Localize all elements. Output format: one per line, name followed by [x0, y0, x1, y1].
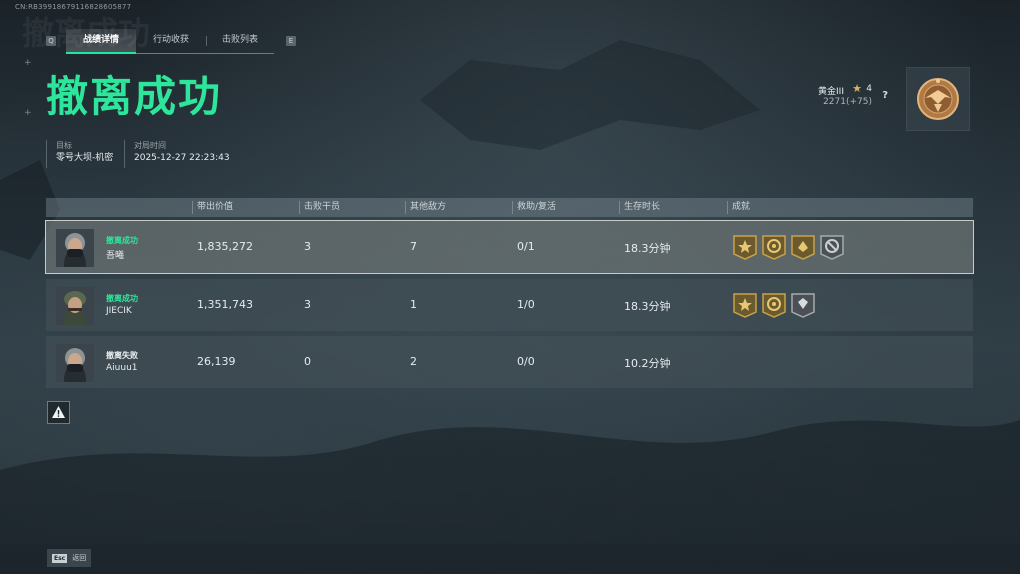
status-label: 撤离失败 [106, 351, 138, 360]
back-button[interactable]: Esc 返回 [47, 549, 92, 567]
column-header-assist: 救助/复活 [517, 202, 557, 212]
survival-time: 18.3分钟 [624, 300, 671, 313]
carried-value: 26,139 [197, 355, 236, 368]
time-value: 2025-12-27 22:23:43 [134, 153, 230, 163]
rank-emblem-icon [917, 78, 959, 120]
avatar [56, 229, 94, 267]
column-header-value: 带出价值 [197, 202, 234, 212]
time-label: 对局时间 [134, 141, 166, 150]
survival-time: 18.3分钟 [624, 242, 671, 255]
other-enemies-count: 1 [410, 298, 417, 311]
achievement-silver-icon[interactable] [819, 234, 845, 260]
tab-bar: Q 战绩详情 行动收获 击败列表 E [44, 29, 302, 54]
footer-bar: Esc 返回 [0, 544, 1020, 574]
table-row[interactable]: 撤离失败 Aiuuu1 26,139 0 2 0/0 10.2分钟 [46, 336, 973, 388]
avatar [56, 287, 94, 325]
rank-name: 黄金III [818, 87, 844, 97]
achievement-gold-icon[interactable] [761, 234, 787, 260]
column-divider [192, 201, 193, 214]
tab-action-gains[interactable]: 行动收获 [136, 29, 206, 52]
star-icon: ★ [852, 82, 862, 95]
achievement-silver-icon[interactable] [790, 292, 816, 318]
assist-revive: 0/1 [517, 240, 535, 253]
achievement-gold-icon[interactable] [790, 234, 816, 260]
kills-count: 3 [304, 298, 311, 311]
player-name: Aiuuu1 [106, 363, 138, 373]
player-name: 吾曦 [106, 251, 125, 261]
table-row[interactable]: 撤离成功 JIECIK 1,351,743 3 1 1/0 18.3分钟 [46, 279, 973, 331]
column-divider [405, 201, 406, 214]
column-header-achievements: 成就 [732, 202, 751, 212]
report-button[interactable] [47, 401, 70, 424]
other-enemies-count: 7 [410, 240, 417, 253]
target-label: 目标 [56, 141, 72, 150]
carried-value: 1,835,272 [197, 240, 253, 253]
prev-tab-key[interactable]: Q [46, 36, 56, 46]
column-divider [727, 201, 728, 214]
result-title: 撤离成功 [46, 72, 223, 121]
achievement-gold-icon[interactable] [732, 234, 758, 260]
warning-icon [52, 406, 65, 418]
survival-time: 10.2分钟 [624, 357, 671, 370]
avatar [56, 344, 94, 382]
rank-level: 4 [866, 84, 872, 94]
back-label: 返回 [72, 554, 87, 562]
kills-count: 3 [304, 240, 311, 253]
column-header-other: 其他敌方 [410, 202, 447, 212]
help-button[interactable]: ? [882, 90, 888, 101]
assist-revive: 1/0 [517, 298, 535, 311]
plus-decoration: + [24, 58, 32, 68]
target-value: 零号大坝-机密 [56, 153, 114, 163]
tab-battle-details[interactable]: 战绩详情 [66, 29, 136, 54]
table-row[interactable]: 撤离成功 吾曦 1,835,272 3 7 0/1 18.3分钟 [45, 220, 974, 274]
status-label: 撤离成功 [106, 294, 138, 303]
kills-count: 0 [304, 355, 311, 368]
time-info: 对局时间 2025-12-27 22:23:43 [124, 140, 230, 168]
assist-revive: 0/0 [517, 355, 535, 368]
column-divider [299, 201, 300, 214]
tabs: 战绩详情 行动收获 击败列表 [66, 29, 274, 54]
rank-info: 黄金III ★ 4 2271(+75) ? [800, 80, 900, 114]
column-divider [512, 201, 513, 214]
tab-kill-list[interactable]: 击败列表 [206, 29, 274, 52]
other-enemies-count: 2 [410, 355, 417, 368]
plus-decoration: + [24, 108, 32, 118]
rank-emblem [906, 67, 970, 131]
achievement-gold-icon[interactable] [732, 292, 758, 318]
status-label: 撤离成功 [106, 236, 138, 245]
player-name: JIECIK [106, 306, 132, 316]
esc-key: Esc [52, 553, 68, 563]
achievement-gold-icon[interactable] [761, 292, 787, 318]
next-tab-key[interactable]: E [286, 36, 296, 46]
table-header: 带出价值 击败干员 其他敌方 救助/复活 生存时长 成就 [46, 198, 973, 217]
column-header-kills: 击败干员 [304, 202, 341, 212]
rank-points: 2271(+75) [823, 97, 872, 107]
column-header-survival: 生存时长 [624, 202, 661, 212]
carried-value: 1,351,743 [197, 298, 253, 311]
column-divider [619, 201, 620, 214]
target-info: 目标 零号大坝-机密 [46, 140, 113, 168]
